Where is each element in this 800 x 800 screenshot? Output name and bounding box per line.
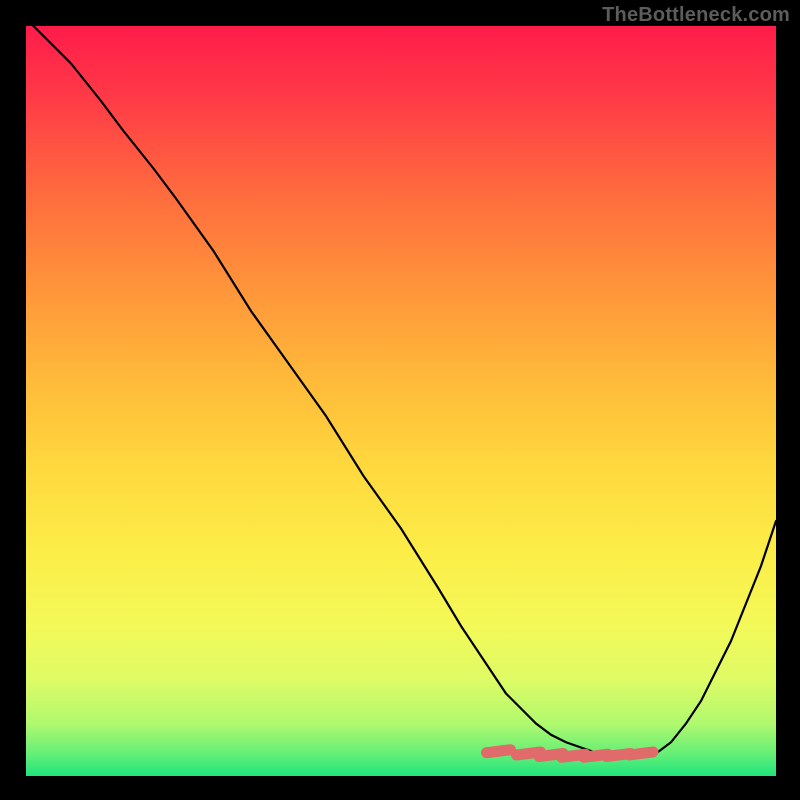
bottleneck-curve bbox=[26, 26, 776, 757]
chart-svg bbox=[26, 26, 776, 776]
credit-text: TheBottleneck.com bbox=[602, 4, 790, 27]
chart-stage: TheBottleneck.com bbox=[0, 0, 800, 800]
valley-marker bbox=[487, 750, 511, 753]
valley-marker-group bbox=[487, 750, 653, 758]
valley-marker bbox=[629, 752, 653, 755]
plot-area bbox=[26, 26, 776, 776]
